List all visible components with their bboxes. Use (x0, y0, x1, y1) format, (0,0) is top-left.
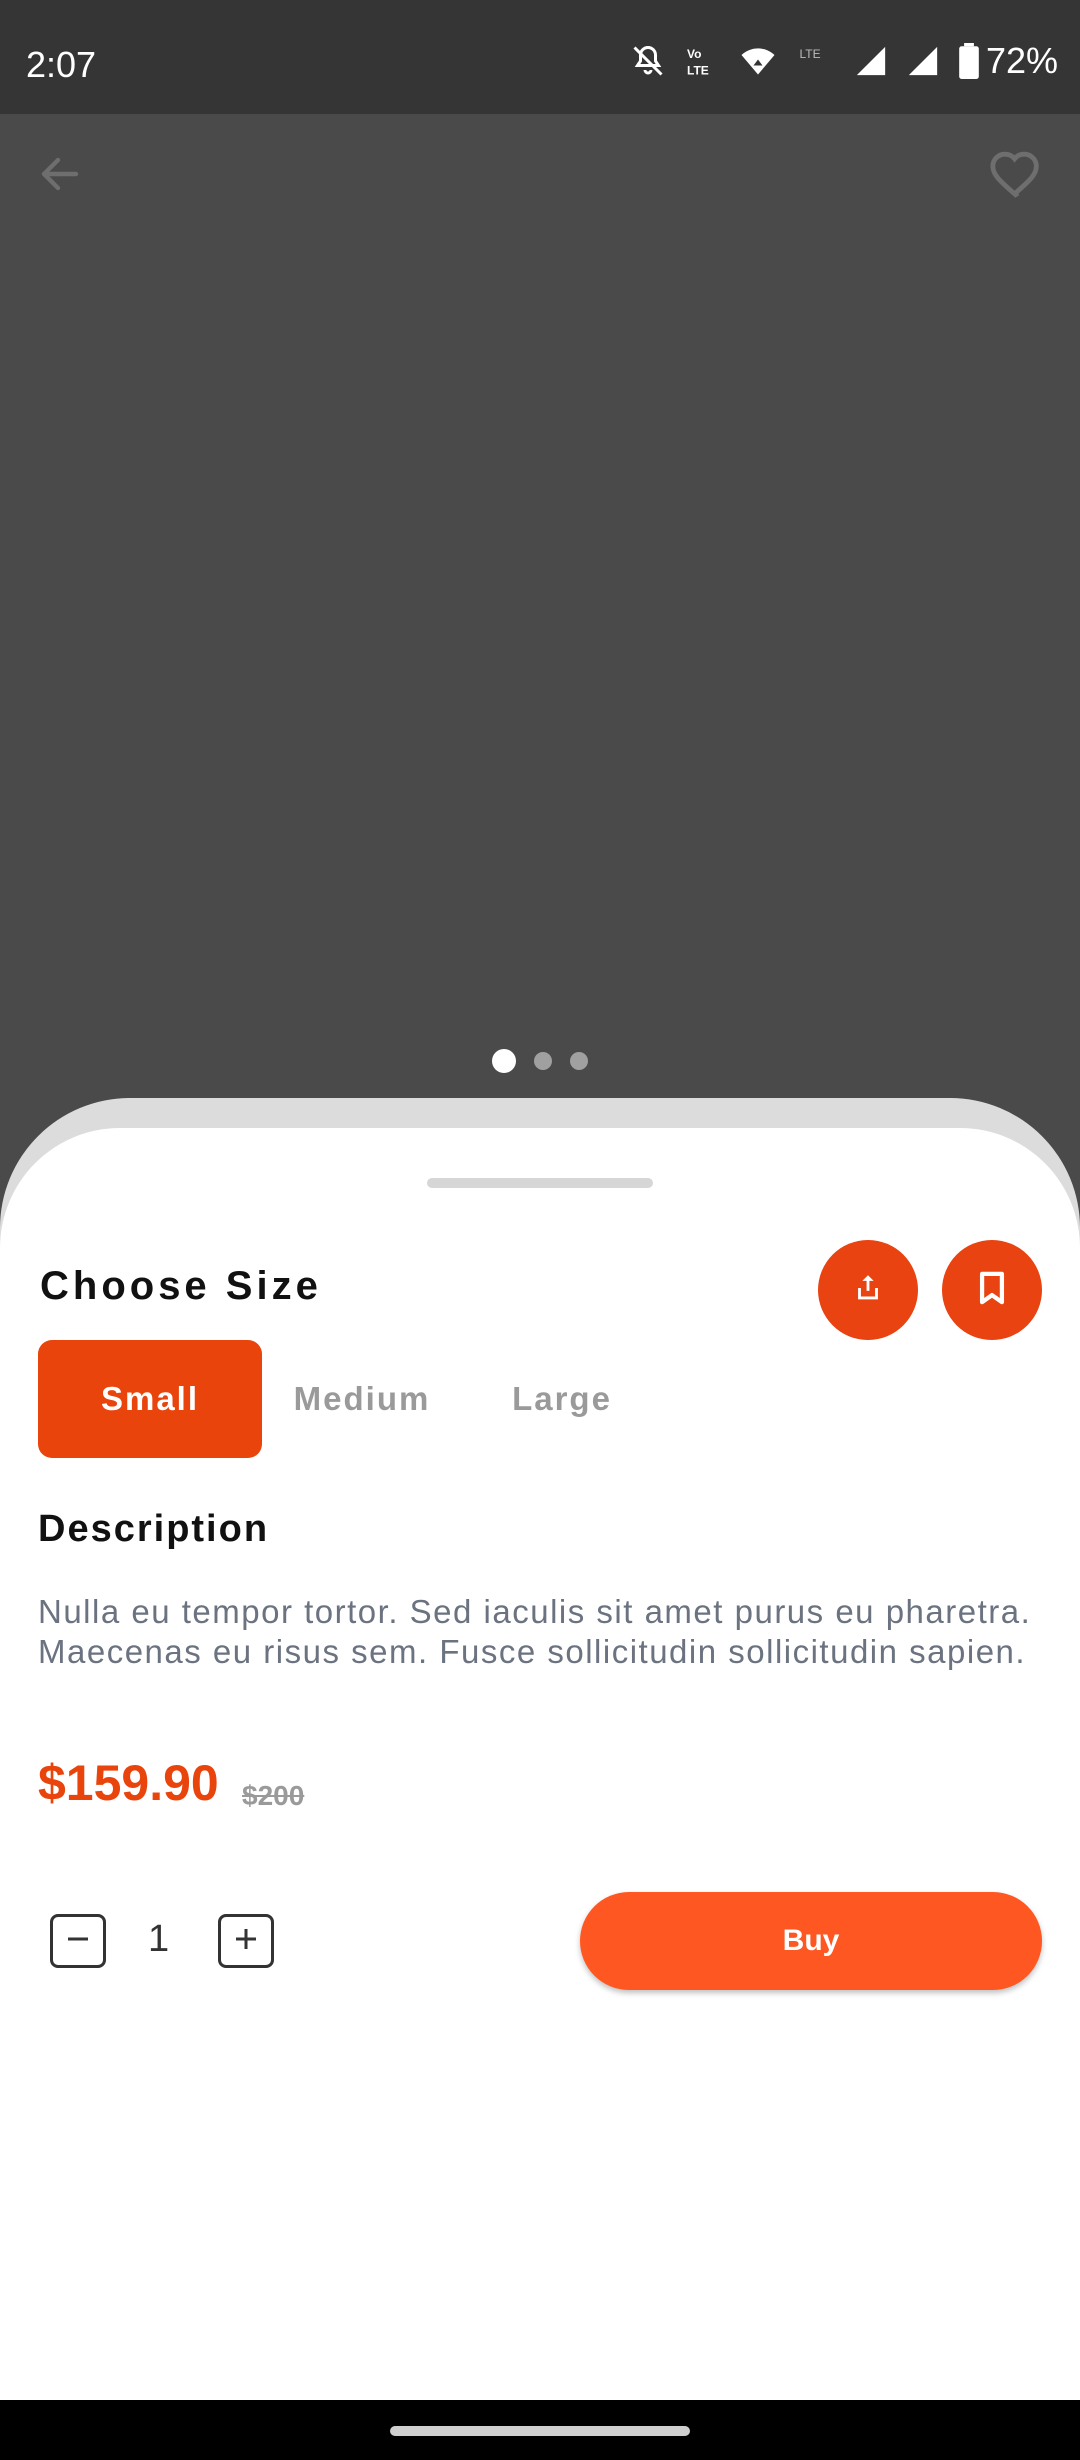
description-text: Nulla eu tempor tortor. Sed iaculis sit … (38, 1593, 1032, 1670)
svg-text:LTE: LTE (687, 64, 709, 78)
battery-level: 72% (985, 40, 1058, 81)
arrow-left-icon (36, 157, 84, 202)
svg-text:LTE: LTE (799, 47, 820, 61)
home-gesture-pill[interactable] (390, 2426, 690, 2436)
description-title: Description (38, 1508, 270, 1550)
carousel-indicator (0, 1049, 1080, 1073)
carousel-dot[interactable] (534, 1052, 552, 1070)
sheet-drag-handle[interactable] (427, 1178, 653, 1188)
status-time: 2:07 (26, 44, 97, 85)
decrease-quantity-button[interactable] (50, 1914, 106, 1968)
quantity-value: 1 (148, 1918, 170, 1960)
signal-icon (906, 44, 940, 78)
increase-quantity-button[interactable] (218, 1914, 274, 1968)
plus-icon (231, 1924, 261, 1959)
signal-icon (854, 44, 888, 78)
volte-icon: Vo LTE (684, 43, 720, 79)
buy-button[interactable]: Buy (580, 1892, 1042, 1990)
size-selector: Small Medium Large (38, 1340, 662, 1458)
wifi-icon (738, 43, 778, 79)
bookmark-icon (977, 1271, 1007, 1310)
mute-icon (630, 43, 666, 79)
battery-icon (958, 43, 980, 79)
back-button[interactable] (36, 150, 84, 198)
carousel-dot[interactable] (570, 1052, 588, 1070)
size-option-medium[interactable]: Medium (262, 1340, 462, 1458)
product-detail-screen: 2:07 Vo LTE LTE 72% Choose Size Small Me… (0, 0, 1080, 2460)
current-price: $159.90 (38, 1755, 219, 1811)
status-icons: Vo LTE LTE 72% (612, 40, 1058, 82)
size-option-large[interactable]: Large (462, 1340, 662, 1458)
minus-icon (63, 1924, 93, 1959)
carousel-dot-active[interactable] (492, 1049, 516, 1073)
original-price: $200 (242, 1780, 305, 1811)
bookmark-button[interactable] (942, 1240, 1042, 1340)
favorite-button[interactable] (988, 146, 1046, 200)
choose-size-title: Choose Size (40, 1264, 322, 1308)
status-bar: 2:07 Vo LTE LTE 72% (0, 0, 1080, 114)
product-image-carousel[interactable] (0, 114, 1080, 1124)
svg-text:Vo: Vo (687, 47, 701, 61)
share-button[interactable] (818, 1240, 918, 1340)
size-option-small[interactable]: Small (38, 1340, 262, 1458)
heart-outline-icon (988, 151, 1046, 204)
lte-icon: LTE (796, 43, 836, 79)
share-icon (851, 1271, 885, 1310)
